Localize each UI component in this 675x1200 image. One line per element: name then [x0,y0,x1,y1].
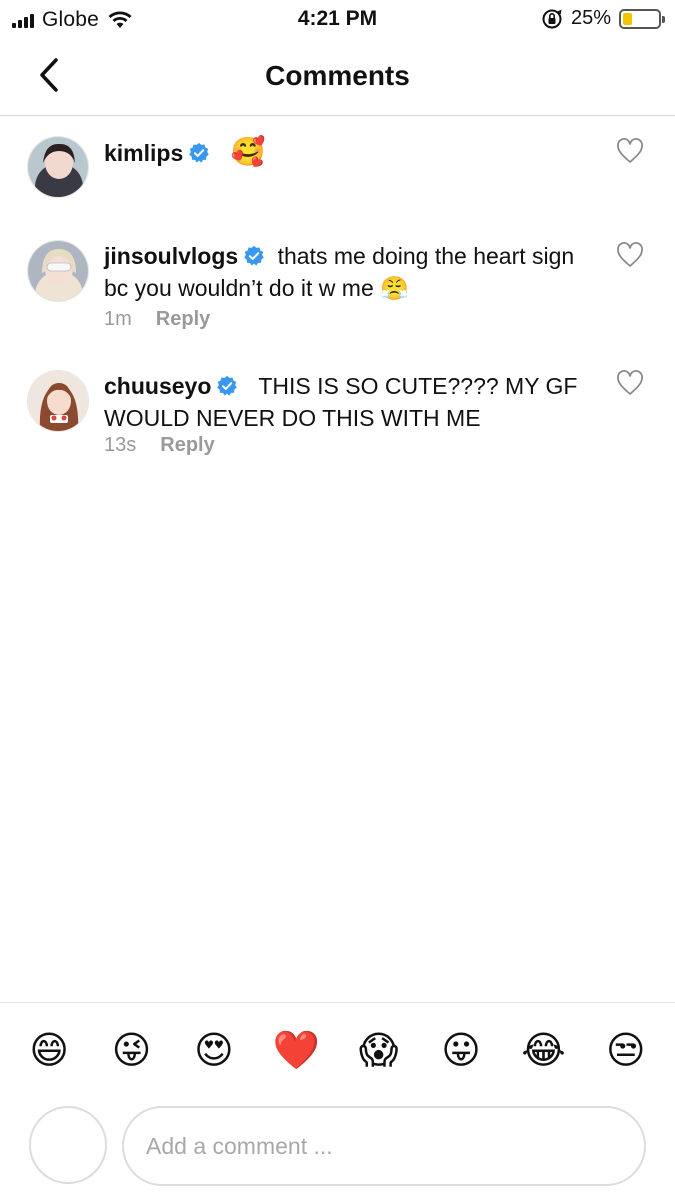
comment-meta: 13s Reply [104,434,215,457]
avatar-image [28,241,88,301]
verified-badge-icon [189,142,209,163]
battery-percent: 25% [570,7,611,29]
emoji-grinning-button[interactable]: 😄 [19,1032,79,1070]
current-user-avatar [29,1106,107,1184]
comment-text: 🥰 [230,136,266,167]
battery-fill [623,12,632,25]
emoji-tears-of-joy-button[interactable]: 😂 [513,1032,573,1070]
emoji-scream-button[interactable]: 😱 [349,1032,409,1070]
reply-button[interactable]: Reply [156,308,210,331]
avatar[interactable] [27,370,89,432]
status-right: 25% [541,7,665,30]
comment-username[interactable]: kimlips [104,140,183,166]
emoji-winking-tongue-button[interactable]: 😜 [102,1032,162,1070]
comment-text-block: chuuseyo THIS IS SO CUTE???? MY GF WOULD… [104,370,604,434]
comment-text-block: kimlips 🥰 [104,136,604,169]
comment-username[interactable]: chuuseyo [104,373,211,399]
reply-button[interactable]: Reply [160,434,214,457]
heart-outline-icon [617,138,643,163]
emoji-unamused-button[interactable]: 😒 [596,1032,656,1070]
comment-composer [0,1104,675,1190]
avatar[interactable] [27,136,89,198]
verified-badge-icon [244,245,264,266]
orientation-lock-icon [542,9,562,28]
comment-timestamp: 13s [104,434,137,456]
avatar-image [28,137,88,197]
like-button[interactable] [616,242,644,268]
nav-header: Comments [0,38,675,116]
emoji-tongue-out-button[interactable]: 😛 [431,1032,491,1070]
comment-username[interactable]: jinsoulvlogs [104,243,238,269]
battery-icon [619,8,665,29]
heart-outline-icon [617,242,643,267]
verified-badge-icon [217,375,238,396]
like-button[interactable] [616,370,644,396]
quick-emoji-bar: 😄 😜 😍 ❤️ 😱 😛 😂 😒 [0,1002,675,1098]
heart-outline-icon [617,370,643,395]
comment-timestamp: 1m [104,308,132,330]
comment-meta: 1m Reply [104,308,210,331]
like-button[interactable] [616,138,644,164]
avatar[interactable] [27,240,89,302]
page-title: Comments [265,60,410,91]
avatar-image [28,371,88,431]
comment-input[interactable] [146,1126,616,1166]
status-bar: Globe 4:21 PM 25% [0,0,675,38]
emoji-red-heart-button[interactable]: ❤️ [266,1032,326,1070]
emoji-heart-eyes-button[interactable]: 😍 [184,1032,244,1070]
comment-text-block: jinsoulvlogs thats me doing the heart si… [104,240,604,304]
comment-input-container[interactable] [122,1106,646,1186]
